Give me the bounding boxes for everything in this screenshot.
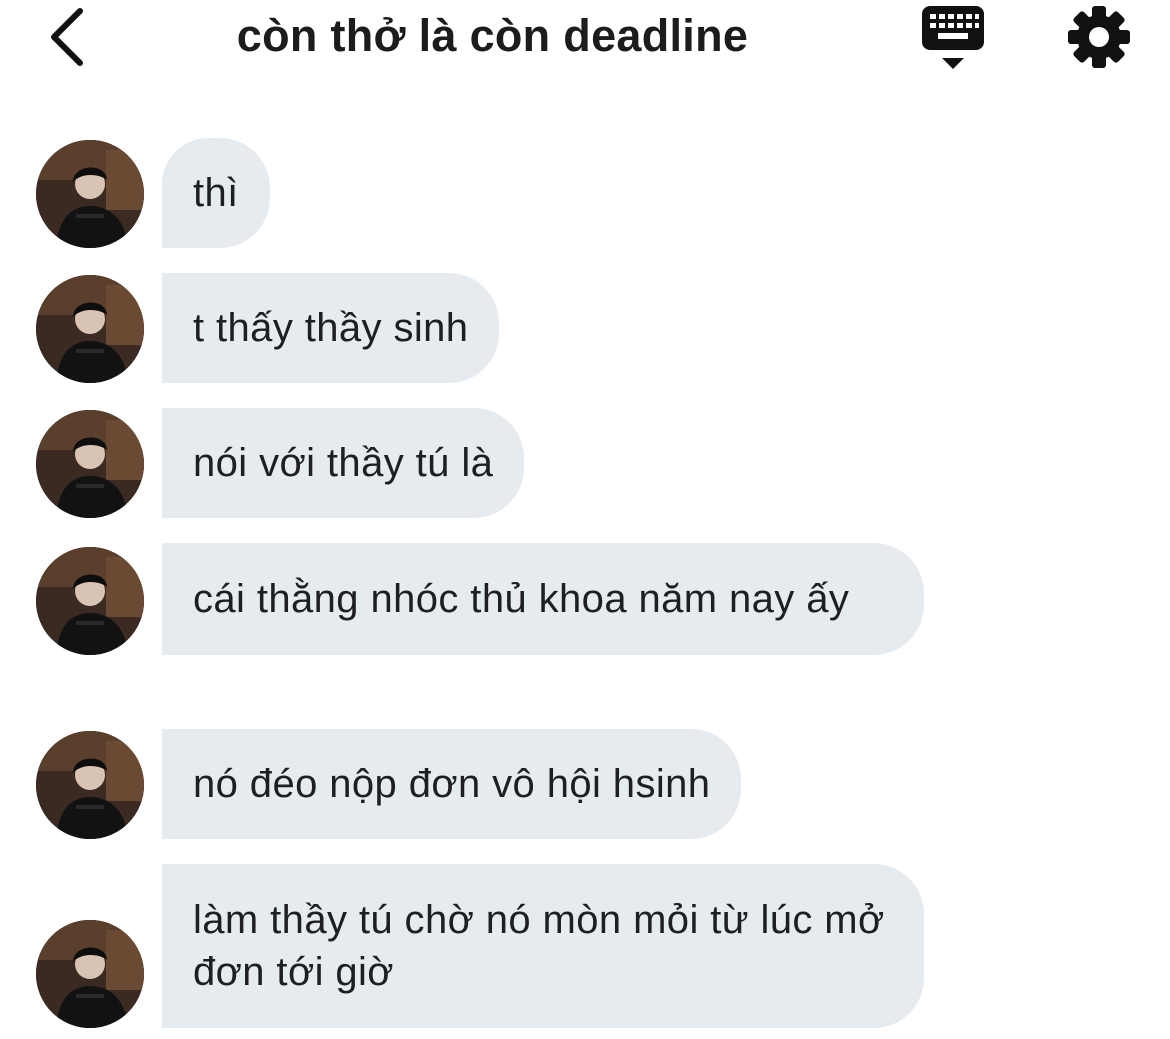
avatar[interactable]	[36, 547, 144, 655]
avatar[interactable]	[36, 140, 144, 248]
message-bubble[interactable]: cái thằng nhóc thủ khoa năm nay ấy	[162, 543, 924, 655]
avatar[interactable]	[36, 410, 144, 518]
avatar[interactable]	[36, 731, 144, 839]
message-row: nói với thầy tú là	[36, 408, 525, 518]
message-row: làm thầy tú chờ nó mòn mỏi từ lúc mở đơn…	[36, 864, 924, 1028]
message-bubble[interactable]: nói với thầy tú là	[162, 408, 525, 518]
message-bubble[interactable]: làm thầy tú chờ nó mòn mỏi từ lúc mở đơn…	[162, 864, 924, 1028]
avatar[interactable]	[36, 275, 144, 383]
message-bubble[interactable]: thì	[162, 138, 270, 248]
message-row: thì	[36, 138, 270, 248]
avatar[interactable]	[36, 920, 144, 1028]
message-row: t thấy thầy sinh	[36, 273, 500, 383]
message-list: thì t thấy thầy sinh nói với thầy tú là …	[0, 0, 1170, 1039]
message-bubble[interactable]: nó đéo nộp đơn vô hội hsinh	[162, 729, 742, 839]
message-row: nó đéo nộp đơn vô hội hsinh	[36, 729, 742, 839]
message-row: cái thằng nhóc thủ khoa năm nay ấy	[36, 543, 924, 655]
message-bubble[interactable]: t thấy thầy sinh	[162, 273, 500, 383]
